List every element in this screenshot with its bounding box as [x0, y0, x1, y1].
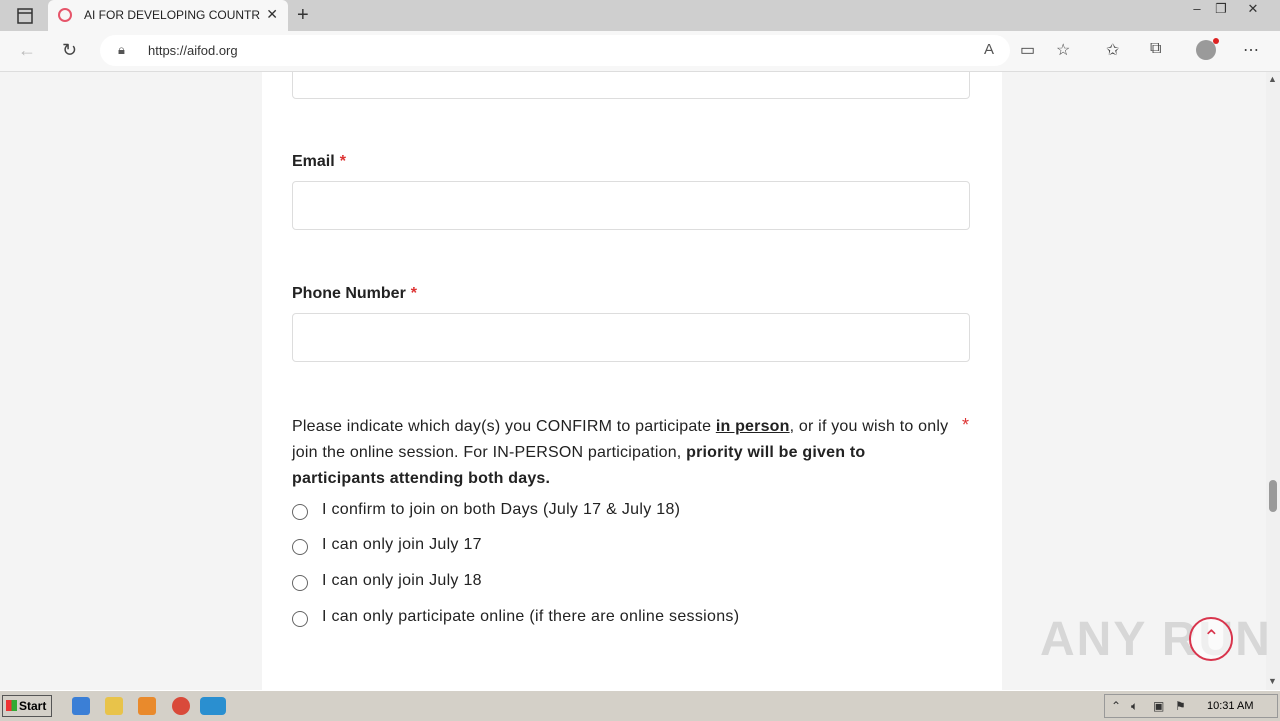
windows-taskbar: Start ⌃ 🔈︎ ▣ ⚑ 10:31 AM [0, 690, 1280, 721]
volume-icon[interactable]: 🔈︎ [1131, 699, 1138, 714]
phone-label: Phone Number * [292, 285, 418, 302]
ie-icon[interactable] [72, 697, 90, 715]
restore-icon[interactable]: ❐ [1208, 0, 1234, 20]
browser-tab-active[interactable]: AI FOR DEVELOPING COUNTRIES ✕ [48, 0, 288, 31]
profile-avatar[interactable] [1196, 38, 1219, 60]
browser-tabstrip: AI FOR DEVELOPING COUNTRIES ✕ + – ❐ ✕ [0, 0, 1280, 31]
media-player-icon[interactable] [138, 697, 156, 715]
read-aloud-icon[interactable]: A [984, 41, 994, 58]
new-tab-button[interactable]: + [297, 4, 309, 27]
back-icon[interactable]: ← [18, 40, 36, 61]
option-label: I can only participate online (if there … [322, 608, 740, 625]
phone-field[interactable] [292, 313, 970, 362]
add-favorite-icon[interactable]: ☆ [1056, 40, 1070, 60]
chrome-icon[interactable] [172, 697, 190, 715]
tab-close-icon[interactable]: ✕ [266, 6, 278, 23]
option-label: I can only join July 18 [322, 572, 482, 589]
option-label: I can only join July 17 [322, 536, 482, 553]
system-tray: ⌃ 🔈︎ ▣ ⚑ 10:31 AM [1104, 694, 1278, 718]
network-icon[interactable]: ▣ [1153, 699, 1164, 713]
scroll-up-icon[interactable]: ▲ [1268, 74, 1277, 84]
window-close-icon[interactable]: ✕ [1240, 0, 1266, 20]
scrollbar-thumb[interactable] [1269, 480, 1277, 512]
form-card: Email * Phone Number * Please indicate whi… [262, 72, 1002, 690]
required-mark: * [410, 285, 418, 302]
radio-july-18[interactable] [292, 575, 308, 591]
scroll-down-icon[interactable]: ▼ [1268, 676, 1277, 686]
email-label: Email * [292, 153, 346, 170]
radio-july-17[interactable] [292, 539, 308, 555]
page-viewport: Email * Phone Number * Please indicate whi… [0, 72, 1266, 690]
clock: 10:31 AM [1207, 700, 1254, 712]
action-center-flag-icon[interactable]: ⚑ [1175, 699, 1186, 713]
immersive-reader-icon[interactable]: ▭ [1020, 40, 1035, 60]
site-favicon-icon [58, 8, 72, 22]
question-required-mark: * [962, 415, 970, 435]
chevron-up-icon: ⌃ [1203, 627, 1220, 649]
lock-icon: 🔒︎ [118, 42, 125, 57]
minimize-icon[interactable]: – [1184, 0, 1210, 20]
more-menu-icon[interactable]: ⋯ [1243, 40, 1259, 60]
favorites-icon[interactable]: ✩ [1106, 40, 1119, 60]
start-button[interactable]: Start [2, 695, 52, 717]
notification-dot [1213, 38, 1219, 44]
address-bar[interactable]: 🔒︎ https://aifod.org A [100, 35, 1010, 66]
required-mark: * [339, 153, 346, 170]
participation-question: Please indicate which day(s) you CONFIRM… [292, 418, 949, 487]
radio-both-days[interactable] [292, 504, 308, 520]
option-label: I confirm to join on both Days (July 17 … [322, 501, 681, 518]
explorer-icon[interactable] [105, 697, 123, 715]
back-to-top-button[interactable]: ⌃ [1189, 617, 1233, 661]
windows-flag-icon [6, 700, 17, 711]
browser-toolbar: ← ↻ 🔒︎ https://aifod.org A ▭ ☆ ✩ ⧉ ⋯ [0, 31, 1280, 72]
refresh-icon[interactable]: ↻ [62, 40, 77, 61]
tab-actions-icon[interactable] [10, 6, 38, 26]
collections-icon[interactable]: ⧉ [1150, 40, 1161, 58]
email-field[interactable] [292, 181, 970, 230]
url-text: https://aifod.org [148, 43, 238, 58]
previous-field-input[interactable] [292, 72, 970, 99]
anyrun-watermark: ANY RUN [1040, 613, 1272, 666]
page-scrollbar[interactable]: ▲ ▼ [1266, 72, 1280, 690]
tray-expand-icon[interactable]: ⌃ [1111, 699, 1121, 713]
edge-icon[interactable] [200, 697, 226, 715]
tab-title: AI FOR DEVELOPING COUNTRIES [84, 8, 260, 22]
radio-online[interactable] [292, 611, 308, 627]
